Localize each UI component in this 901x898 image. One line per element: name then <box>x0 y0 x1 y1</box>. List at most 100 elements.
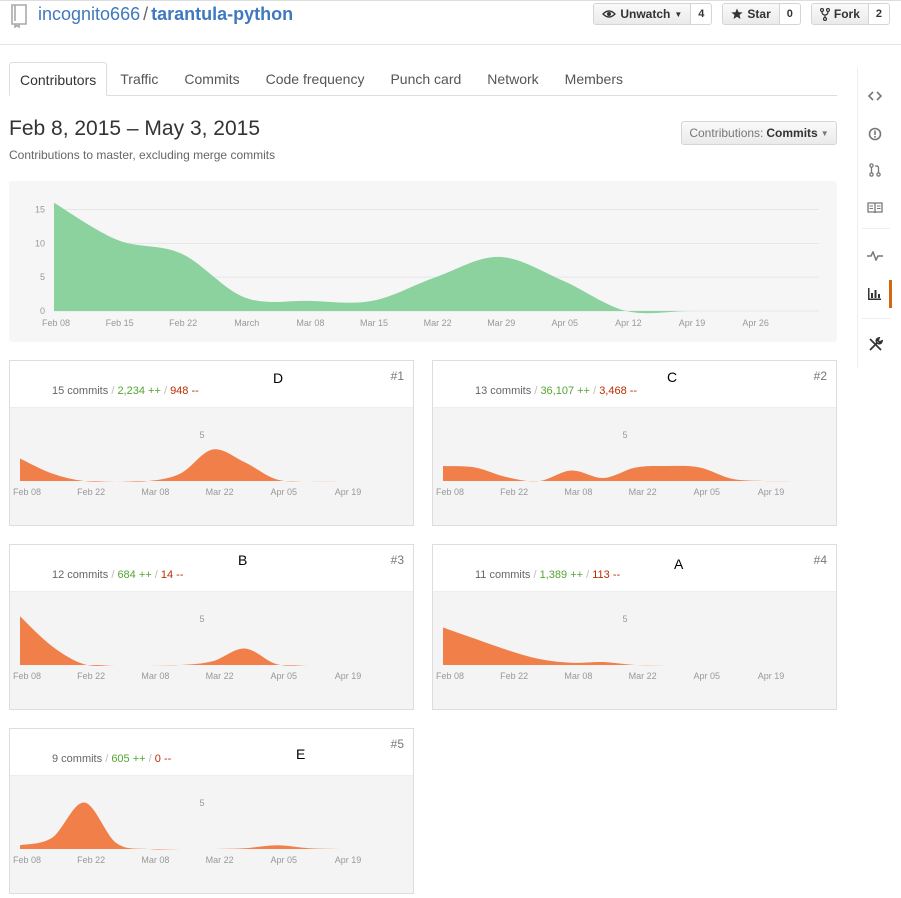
pulse-icon <box>867 251 883 261</box>
watchers-count[interactable]: 4 <box>691 3 713 25</box>
contributor-card: 11 commits / 1,389 ++ / 113 -- #4 A 5 Feb… <box>432 544 837 710</box>
contributor-x-tick: Apr 19 <box>758 487 785 497</box>
forks-count[interactable]: 2 <box>868 3 890 25</box>
stars-count[interactable]: 0 <box>779 3 801 25</box>
contributions-select-value: Commits <box>766 126 818 140</box>
rail-settings[interactable] <box>858 330 892 358</box>
tab-network[interactable]: Network <box>474 62 551 96</box>
contributor-stats: 11 commits / 1,389 ++ / 113 -- <box>475 569 620 581</box>
contributions-type-select[interactable]: Contributions: Commits ▼ <box>681 121 837 145</box>
contributor-x-tick: Feb 22 <box>77 855 105 865</box>
contributor-chart[interactable]: 5 Feb 08 Feb 22 Mar 08 Mar 22 Apr 05 Apr 19 <box>433 592 836 709</box>
rail-graphs[interactable] <box>858 280 892 308</box>
contributor-letter-label: A <box>674 556 684 572</box>
repo-name-link[interactable]: tarantula-python <box>151 4 293 24</box>
rail-divider <box>862 318 890 319</box>
overview-chart-svg: 0 5 10 15 Feb 08 Feb 15 Feb 22 March Mar 08 Mar 1… <box>35 202 819 328</box>
repo-separator: / <box>143 4 149 24</box>
tab-punch-card[interactable]: Punch card <box>377 62 474 96</box>
rail-pulse[interactable] <box>858 242 892 270</box>
star-button[interactable]: Star <box>722 3 780 25</box>
contributor-card: 13 commits / 36,107 ++ / 3,468 -- #2 C 5… <box>432 360 837 526</box>
deletions: 948 -- <box>170 385 199 397</box>
commit-count[interactable]: 13 commits <box>475 385 531 397</box>
contributor-area-series <box>20 449 374 482</box>
commit-count[interactable]: 9 commits <box>52 753 102 765</box>
contributor-chart[interactable]: 5 Feb 08 Feb 22 Mar 08 Mar 22 Apr 05 Apr 19 <box>10 408 413 525</box>
rail-code[interactable] <box>858 82 892 110</box>
contributions-select-prefix: Contributions: <box>689 126 764 140</box>
additions: 1,389 ++ <box>539 569 584 581</box>
commit-count[interactable]: 12 commits <box>52 569 108 581</box>
fork-group: Fork 2 <box>810 3 890 25</box>
overview-y-tick: 10 <box>35 238 45 248</box>
overview-x-tick: Mar 29 <box>487 318 515 328</box>
contributor-stats: 9 commits / 605 ++ / 0 -- <box>52 753 171 765</box>
fork-button[interactable]: Fork <box>810 3 869 25</box>
contributor-x-tick: Apr 19 <box>335 855 362 865</box>
contributions-overview-chart[interactable]: 0 5 10 15 Feb 08 Feb 15 Feb 22 March Mar 08 Mar 1… <box>9 181 837 342</box>
rail-issues[interactable] <box>858 120 892 148</box>
overview-x-tick: Feb 22 <box>169 318 197 328</box>
contributor-chart-svg: 5 Feb 08 Feb 22 Mar 08 Mar 22 Apr 05 Apr 19 <box>13 430 374 497</box>
contributor-card: 9 commits / 605 ++ / 0 -- #5 E 5 Feb 08 Fe… <box>9 728 414 894</box>
fork-icon <box>819 7 830 21</box>
settings-icon <box>868 336 883 351</box>
contributor-x-tick: Feb 22 <box>77 671 105 681</box>
contributor-chart[interactable]: 5 Feb 08 Feb 22 Mar 08 Mar 22 Apr 05 Apr 19 <box>10 776 413 893</box>
fork-label: Fork <box>833 7 860 21</box>
contributor-rank: #5 <box>390 737 404 751</box>
repo-nav-rail <box>857 68 893 368</box>
contributor-chart-svg: 5 Feb 08 Feb 22 Mar 08 Mar 22 Apr 05 Apr 19 <box>436 614 797 681</box>
stat-separator: / <box>593 385 597 397</box>
contributor-x-tick: Feb 08 <box>436 671 464 681</box>
unwatch-button[interactable]: Unwatch ▼ <box>593 3 692 25</box>
contributor-x-tick: Feb 22 <box>77 487 105 497</box>
star-group: Star 0 <box>722 3 801 25</box>
overview-y-tick: 0 <box>40 306 45 316</box>
overview-x-tick: Feb 08 <box>42 318 70 328</box>
commit-count[interactable]: 11 commits <box>475 569 530 581</box>
contributor-area-series <box>443 465 797 482</box>
contributor-x-tick: Feb 22 <box>500 487 528 497</box>
contributor-chart[interactable]: 5 Feb 08 Feb 22 Mar 08 Mar 22 Apr 05 Apr 19 <box>10 592 413 709</box>
rail-divider <box>862 228 890 229</box>
overview-x-tick: Mar 22 <box>424 318 452 328</box>
rail-wiki[interactable] <box>858 194 892 222</box>
rail-pull-requests[interactable] <box>858 156 892 184</box>
contributor-chart[interactable]: 5 Feb 08 Feb 22 Mar 08 Mar 22 Apr 05 Apr 19 <box>433 408 836 525</box>
tab-commits[interactable]: Commits <box>171 62 252 96</box>
additions: 605 ++ <box>111 753 146 765</box>
repo-owner-link[interactable]: incognito666 <box>38 4 140 24</box>
contributor-card: 12 commits / 684 ++ / 14 -- #3 B 5 Feb 08… <box>9 544 414 710</box>
contributor-x-tick: Mar 08 <box>141 487 169 497</box>
contributor-area-series <box>20 616 374 666</box>
tab-code-frequency[interactable]: Code frequency <box>253 62 378 96</box>
contributor-x-tick: Apr 05 <box>271 671 298 681</box>
contributor-x-tick: Feb 22 <box>500 671 528 681</box>
contributor-chart-svg: 5 Feb 08 Feb 22 Mar 08 Mar 22 Apr 05 Apr 19 <box>436 430 797 497</box>
contributor-card-header: 11 commits / 1,389 ++ / 113 -- #4 A <box>433 545 836 592</box>
tab-contributors[interactable]: Contributors <box>9 62 108 96</box>
stat-separator: / <box>111 385 115 397</box>
stat-separator: / <box>111 569 115 581</box>
contributor-x-tick: Mar 22 <box>206 855 234 865</box>
repo-icon <box>11 4 27 28</box>
overview-area-series <box>54 202 754 314</box>
repo-title: incognito666/tarantula-python <box>38 4 293 25</box>
contributor-x-tick: Mar 22 <box>206 671 234 681</box>
contributor-letter-label: E <box>296 746 306 762</box>
tab-traffic[interactable]: Traffic <box>107 62 171 96</box>
contributor-x-tick: Apr 05 <box>271 855 298 865</box>
additions: 684 ++ <box>117 569 152 581</box>
tab-members[interactable]: Members <box>552 62 636 96</box>
chevron-down-icon: ▼ <box>820 128 829 138</box>
contributor-x-tick: Apr 05 <box>271 487 298 497</box>
additions: 2,234 ++ <box>117 385 161 397</box>
commit-count[interactable]: 15 commits <box>52 385 108 397</box>
contributor-x-tick: Feb 08 <box>436 487 464 497</box>
wiki-icon <box>867 202 883 214</box>
star-label: Star <box>747 7 771 21</box>
contributor-y-tick: 5 <box>199 430 204 440</box>
contributor-chart-svg: 5 Feb 08 Feb 22 Mar 08 Mar 22 Apr 05 Apr 19 <box>13 614 374 681</box>
